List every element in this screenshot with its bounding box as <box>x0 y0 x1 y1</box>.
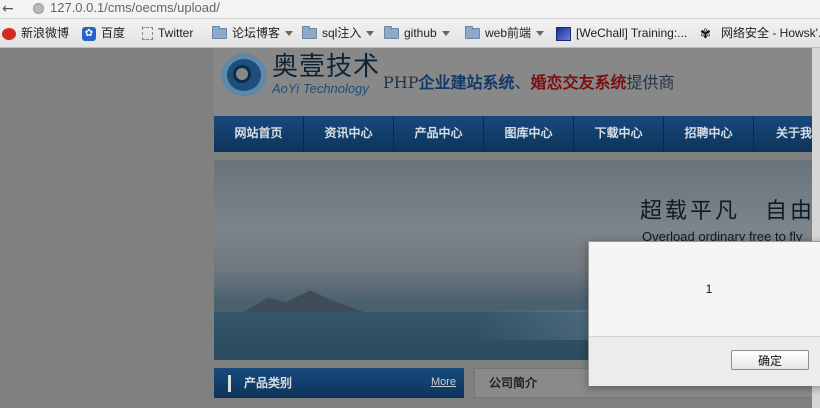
nav-products[interactable]: 产品中心 <box>394 116 484 152</box>
nav-home[interactable]: 网站首页 <box>214 116 304 152</box>
nav-about[interactable]: 关于我们 <box>754 116 820 152</box>
bookmark-weibo[interactable]: 新浪微博 <box>2 24 69 42</box>
logo-title: 奥壹技术 <box>272 52 381 82</box>
wechall-icon <box>556 26 571 41</box>
bookmark-howsk[interactable]: ✾ 网络安全 - Howsk'... <box>700 24 820 42</box>
nav-gallery[interactable]: 图库中心 <box>484 116 574 152</box>
bookmark-folder-github[interactable]: github <box>384 24 450 42</box>
site-slogan: PHP企业建站系统、婚恋交友系统提供商 <box>383 72 675 94</box>
slogan-prefix: PHP <box>383 73 419 92</box>
slogan-suffix: 提供商 <box>626 73 675 92</box>
main-nav: 网站首页 资讯中心 产品中心 图库中心 下载中心 招聘中心 关于我们 <box>214 116 820 152</box>
banner-mountain <box>244 290 364 312</box>
alert-message: 1 <box>705 282 713 296</box>
page-icon <box>142 27 153 41</box>
bookmark-label: [WeChall] Training:... <box>576 26 688 40</box>
bookmark-label: 新浪微博 <box>21 26 70 40</box>
folder-icon <box>212 26 227 40</box>
slogan-part2: 婚恋交友系统 <box>530 73 627 92</box>
category-title: 产品类别 <box>244 376 293 390</box>
bookmark-folder-forum[interactable]: 论坛博客 <box>212 24 294 42</box>
bookmark-label: 百度 <box>101 26 126 40</box>
folder-icon <box>384 26 399 40</box>
category-marker <box>228 375 231 392</box>
category-header: 产品类别 More <box>214 368 464 398</box>
more-link[interactable]: More <box>431 368 456 396</box>
chevron-down-icon <box>285 31 294 37</box>
chevron-down-icon <box>536 31 545 37</box>
ok-button[interactable]: 确定 <box>731 350 809 370</box>
howsk-icon: ✾ <box>700 25 711 41</box>
bookmark-label: Twitter <box>158 26 194 40</box>
alert-dialog: 1 确定 <box>588 241 820 386</box>
logo-subtitle: AoYi Technology <box>272 81 369 96</box>
chevron-down-icon <box>366 31 375 37</box>
bookmark-label: web前端 <box>485 26 532 40</box>
bookmark-folder-sql[interactable]: sql注入 <box>302 24 375 42</box>
alert-footer: 确定 <box>589 336 820 386</box>
folder-icon <box>302 26 317 40</box>
address-bar: ← 127.0.0.1/cms/oecms/upload/ <box>0 0 820 19</box>
intro-title: 公司简介 <box>489 376 538 390</box>
banner-title: 超载平凡 自由 <box>640 199 816 224</box>
bookmarks-bar: 新浪微博 ✿ 百度 Twitter 论坛博客 sql注入 github web前端… <box>0 19 820 48</box>
nav-downloads[interactable]: 下载中心 <box>574 116 664 152</box>
bookmark-label: github <box>404 26 437 40</box>
url-field[interactable]: 127.0.0.1/cms/oecms/upload/ <box>50 0 220 16</box>
folder-icon <box>465 26 480 40</box>
baidu-paw-icon: ✿ <box>82 26 96 41</box>
slogan-sep: 、 <box>514 73 531 92</box>
site-globe-icon <box>33 3 44 14</box>
bookmark-folder-web[interactable]: web前端 <box>465 24 545 42</box>
weibo-icon <box>2 27 16 40</box>
bookmark-twitter[interactable]: Twitter <box>142 24 193 42</box>
aoyi-logo-icon[interactable] <box>222 54 266 96</box>
nav-news[interactable]: 资讯中心 <box>304 116 394 152</box>
slogan-part1: 企业建站系统 <box>418 73 515 92</box>
back-arrow-icon[interactable]: ← <box>2 1 18 17</box>
bookmark-label: 论坛博客 <box>232 26 281 40</box>
bookmark-label: 网络安全 - Howsk'... <box>721 26 820 40</box>
bookmark-wechall[interactable]: [WeChall] Training:... <box>556 24 687 42</box>
page-margin <box>0 48 214 408</box>
chevron-down-icon <box>441 31 450 37</box>
bookmark-label: sql注入 <box>322 26 362 40</box>
bookmark-baidu[interactable]: ✿ 百度 <box>82 24 125 42</box>
nav-jobs[interactable]: 招聘中心 <box>664 116 754 152</box>
